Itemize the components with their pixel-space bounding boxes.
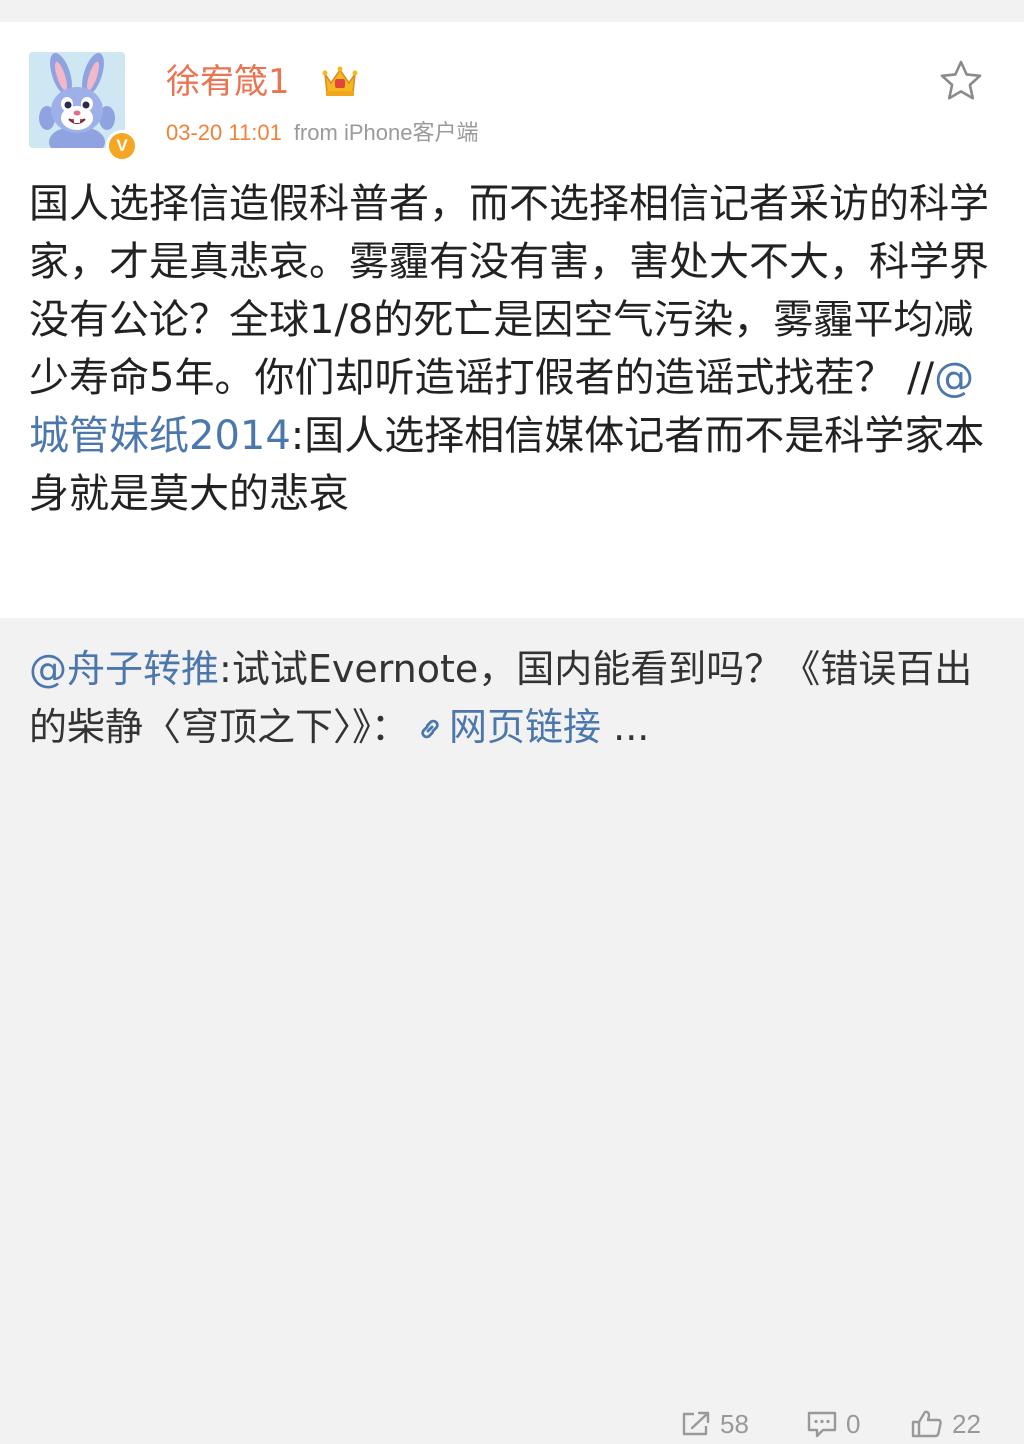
post-body: 国人选择信造假科普者，而不选择相信记者采访的科学家，才是真悲哀。雾霾有没有害，害…: [29, 175, 999, 523]
post-time: 03-20 11:01: [166, 120, 282, 145]
ellipsis: ...: [601, 705, 650, 749]
like-button[interactable]: 22: [910, 1404, 981, 1444]
from-label: from: [293, 120, 338, 145]
post-meta: 03-20 11:01 from iPhone客户端: [166, 118, 478, 148]
top-strip: [0, 0, 1024, 22]
vip-crown-icon[interactable]: [322, 64, 358, 98]
verified-badge: V: [106, 130, 138, 162]
like-count: 22: [952, 1408, 981, 1439]
repost-button[interactable]: 58: [680, 1404, 749, 1444]
link-icon: [421, 719, 439, 739]
repost-icon: [682, 1411, 710, 1436]
star-icon[interactable]: [938, 58, 984, 104]
client-source[interactable]: iPhone客户端: [344, 120, 479, 145]
web-link[interactable]: 网页链接: [449, 705, 601, 749]
repost-body: @舟子转推:试试Evernote，国内能看到吗？《错误百出的柴静〈穹顶之下〉》：…: [29, 640, 994, 756]
comment-count: 0: [846, 1408, 861, 1439]
repost-mention[interactable]: @舟子转推: [29, 647, 219, 691]
repost-block[interactable]: @舟子转推:试试Evernote，国内能看到吗？《错误百出的柴静〈穹顶之下〉》：…: [0, 618, 1024, 1439]
username[interactable]: 徐宥箴1: [166, 60, 290, 104]
comment-button[interactable]: 0: [806, 1404, 860, 1444]
comment-icon: [807, 1411, 837, 1438]
repost-count: 58: [720, 1408, 749, 1439]
post-text: 国人选择信造假科普者，而不选择相信记者采访的科学家，才是真悲哀。雾霾有没有害，害…: [29, 181, 989, 401]
thumbs-up-icon: [911, 1410, 942, 1438]
